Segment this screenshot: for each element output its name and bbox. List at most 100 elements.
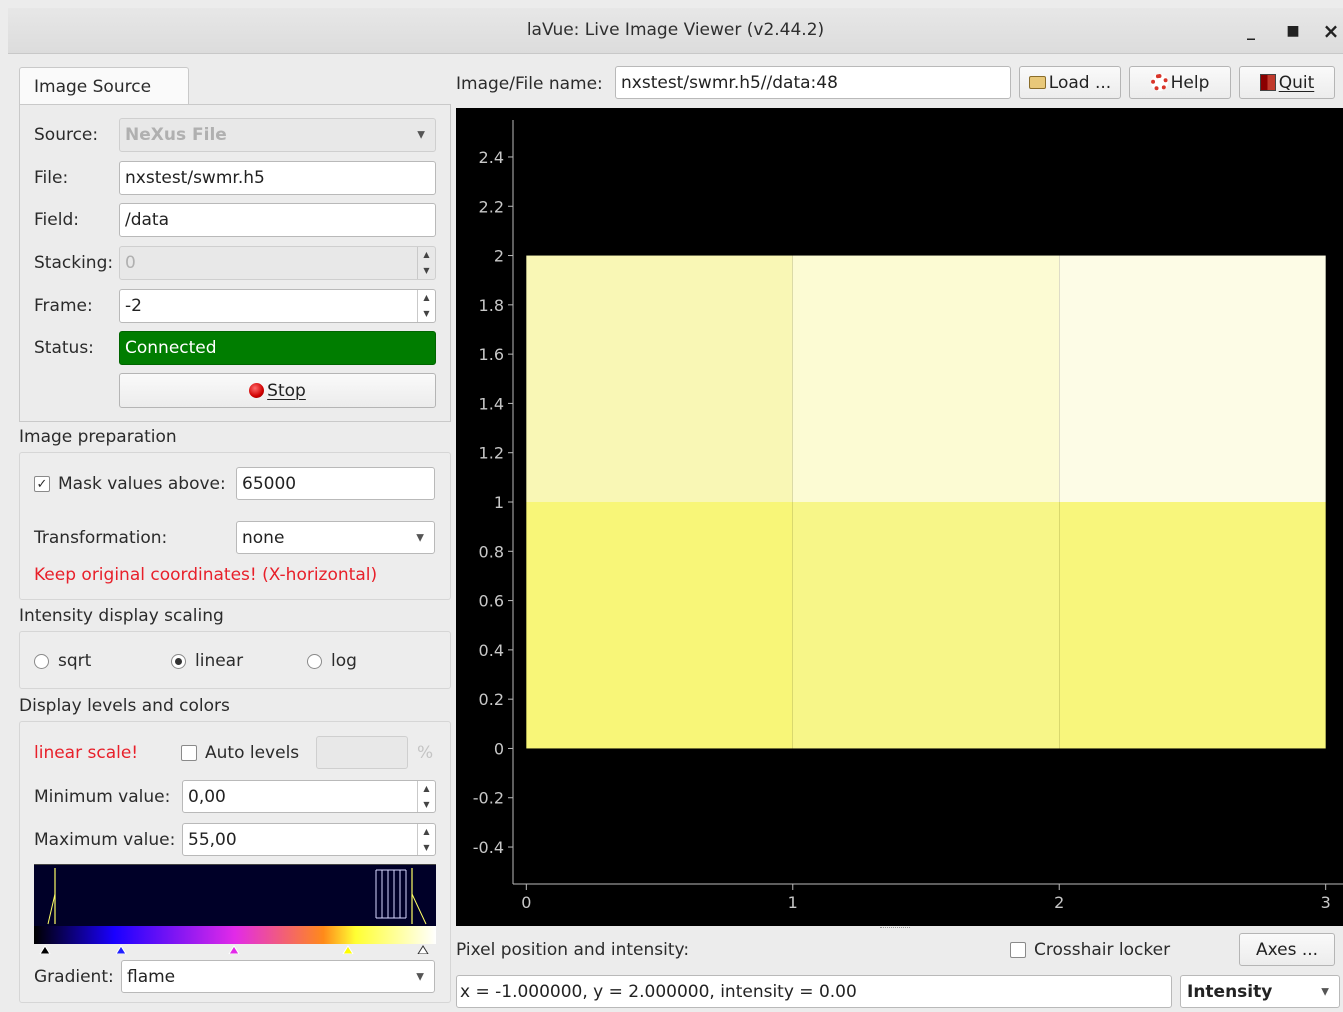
radio-linear[interactable]: linear: [171, 651, 243, 671]
gradient-tick-yellow: [342, 945, 354, 955]
gradient-label: Gradient:: [34, 967, 114, 987]
x-tick-label: 0: [521, 893, 531, 912]
y-tick-label: 0.8: [479, 542, 504, 561]
maximum-value-spinbox[interactable]: 55,00 ▲ ▼: [182, 823, 436, 856]
histogram-gradient-editor[interactable]: [34, 864, 436, 955]
radio-sqrt-label: sqrt: [58, 651, 92, 671]
radio-icon: [34, 653, 49, 669]
tab-image-source[interactable]: Image Source: [19, 67, 189, 105]
heatmap-cell: [792, 255, 1060, 502]
close-button[interactable]: ×: [1318, 18, 1343, 44]
chevron-down-icon: ▼: [417, 129, 425, 141]
coordinates-warning: Keep original coordinates! (X-horizontal…: [34, 565, 378, 585]
folder-icon: [1028, 76, 1046, 89]
title-bar: laVue: Live Image Viewer (v2.44.2) _ ■ ×: [8, 8, 1343, 54]
auto-levels-percent-input: [316, 736, 408, 769]
file-label: File:: [34, 168, 69, 188]
transformation-label: Transformation:: [34, 528, 168, 548]
gradient-ticks: [39, 945, 429, 955]
checkmark-icon: ✓: [34, 476, 50, 492]
crosshair-locker-label: Crosshair locker: [1034, 940, 1171, 960]
load-label: Load ...: [1048, 72, 1112, 93]
mask-value-input[interactable]: 65000: [236, 467, 435, 500]
splitter-handle[interactable]: [880, 927, 910, 929]
chevron-down-icon: ▼: [1321, 986, 1329, 997]
auto-levels-checkbox[interactable]: Auto levels: [181, 743, 299, 763]
y-tick-label: 1.6: [479, 345, 504, 364]
quit-button[interactable]: Quit: [1239, 66, 1335, 99]
mask-checkbox[interactable]: ✓ Mask values above:: [34, 474, 226, 494]
window-title: laVue: Live Image Viewer (v2.44.2): [526, 20, 825, 40]
status-badge: Connected: [119, 331, 436, 365]
x-tick-label: 2: [1054, 893, 1064, 912]
source-value: NeXus File: [125, 125, 227, 145]
status-label: Status:: [34, 338, 94, 358]
intensity-mode-select[interactable]: Intensity ▼: [1180, 975, 1340, 1008]
intensity-mode-value: Intensity: [1187, 981, 1273, 1002]
gradient-tick-black: [39, 945, 51, 955]
y-tick-label: -0.2: [473, 789, 504, 808]
transformation-select[interactable]: none ▼: [236, 521, 435, 554]
field-value: /data: [125, 210, 170, 230]
source-select: NeXus File ▼: [119, 118, 436, 152]
heatmap-cell: [526, 255, 793, 502]
frame-spin-arrows[interactable]: ▲ ▼: [417, 290, 435, 322]
intensity-scaling-title: Intensity display scaling: [19, 606, 224, 626]
maximize-button[interactable]: ■: [1280, 18, 1306, 44]
y-tick-label: 0: [494, 739, 504, 758]
stacking-value: 0: [125, 253, 136, 273]
minimum-spin-arrows[interactable]: ▲ ▼: [417, 781, 435, 812]
file-value: nxstest/swmr.h5: [125, 168, 265, 188]
chevron-down-icon: ▼: [416, 971, 424, 982]
maximum-spin-arrows[interactable]: ▲ ▼: [417, 824, 435, 855]
heatmap-cell: [1059, 255, 1326, 502]
pixel-readout-field[interactable]: x = -1.000000, y = 2.000000, intensity =…: [456, 975, 1172, 1008]
heatmap-cell: [526, 502, 793, 749]
file-input[interactable]: nxstest/swmr.h5: [119, 161, 436, 195]
minimum-value: 0,00: [188, 786, 226, 807]
load-button[interactable]: Load ...: [1019, 66, 1121, 99]
field-input[interactable]: /data: [119, 203, 436, 237]
minimum-value-label: Minimum value:: [34, 787, 171, 807]
y-tick-label: 2: [494, 247, 504, 266]
filename-input[interactable]: nxstest/swmr.h5//data:48: [615, 66, 1011, 99]
help-button[interactable]: Help: [1129, 66, 1231, 99]
stop-button[interactable]: Stop: [119, 373, 436, 408]
stop-label: Stop: [267, 380, 306, 401]
y-tick-label: -0.4: [473, 838, 504, 857]
mask-label: Mask values above:: [58, 474, 226, 494]
image-plot-svg: -0.4 -0.2 0 0.2 0.4 0.6 0.8 1 1.2 1.4 1.6 1.8 2 2.2 2.…: [473, 120, 1343, 912]
quit-label: Quit: [1278, 72, 1315, 93]
frame-value: -2: [125, 296, 142, 316]
pixel-readout: x = -1.000000, y = 2.000000, intensity =…: [460, 981, 857, 1002]
auto-levels-label: Auto levels: [205, 743, 300, 763]
x-tick-label: 3: [1321, 893, 1331, 912]
gradient-select[interactable]: flame ▼: [121, 960, 435, 993]
maximum-value-label: Maximum value:: [34, 830, 176, 850]
frame-spinbox[interactable]: -2 ▲ ▼: [119, 289, 436, 323]
radio-linear-label: linear: [195, 651, 244, 671]
radio-log-label: log: [331, 651, 357, 671]
minimize-button[interactable]: _: [1238, 18, 1264, 44]
image-preparation-title: Image preparation: [19, 427, 177, 447]
gradient-tick-magenta: [228, 945, 240, 955]
scale-note: linear scale!: [34, 743, 139, 763]
radio-sqrt[interactable]: sqrt: [34, 651, 91, 671]
checkbox-icon: [181, 745, 197, 761]
transformation-value: none: [242, 527, 285, 548]
filename-label: Image/File name:: [456, 74, 603, 94]
axes-label: Axes ...: [1255, 939, 1319, 960]
minimum-value-spinbox[interactable]: 0,00 ▲ ▼: [182, 780, 436, 813]
tab-label: Image Source: [34, 76, 152, 97]
status-value: Connected: [125, 338, 217, 358]
radio-log[interactable]: log: [307, 651, 357, 671]
gradient-tick-blue: [115, 945, 127, 955]
image-plot[interactable]: -0.4 -0.2 0 0.2 0.4 0.6 0.8 1 1.2 1.4 1.6 1.8 2 2.2 2.…: [456, 108, 1343, 926]
y-tick-label: 1.2: [479, 444, 504, 463]
heatmap-cell: [1059, 502, 1326, 749]
y-tick-label: 1.4: [479, 394, 504, 413]
axes-button[interactable]: Axes ...: [1239, 933, 1335, 966]
mask-value: 65000: [242, 473, 297, 494]
field-label: Field:: [34, 210, 79, 230]
crosshair-locker-checkbox[interactable]: Crosshair locker: [1010, 940, 1170, 960]
